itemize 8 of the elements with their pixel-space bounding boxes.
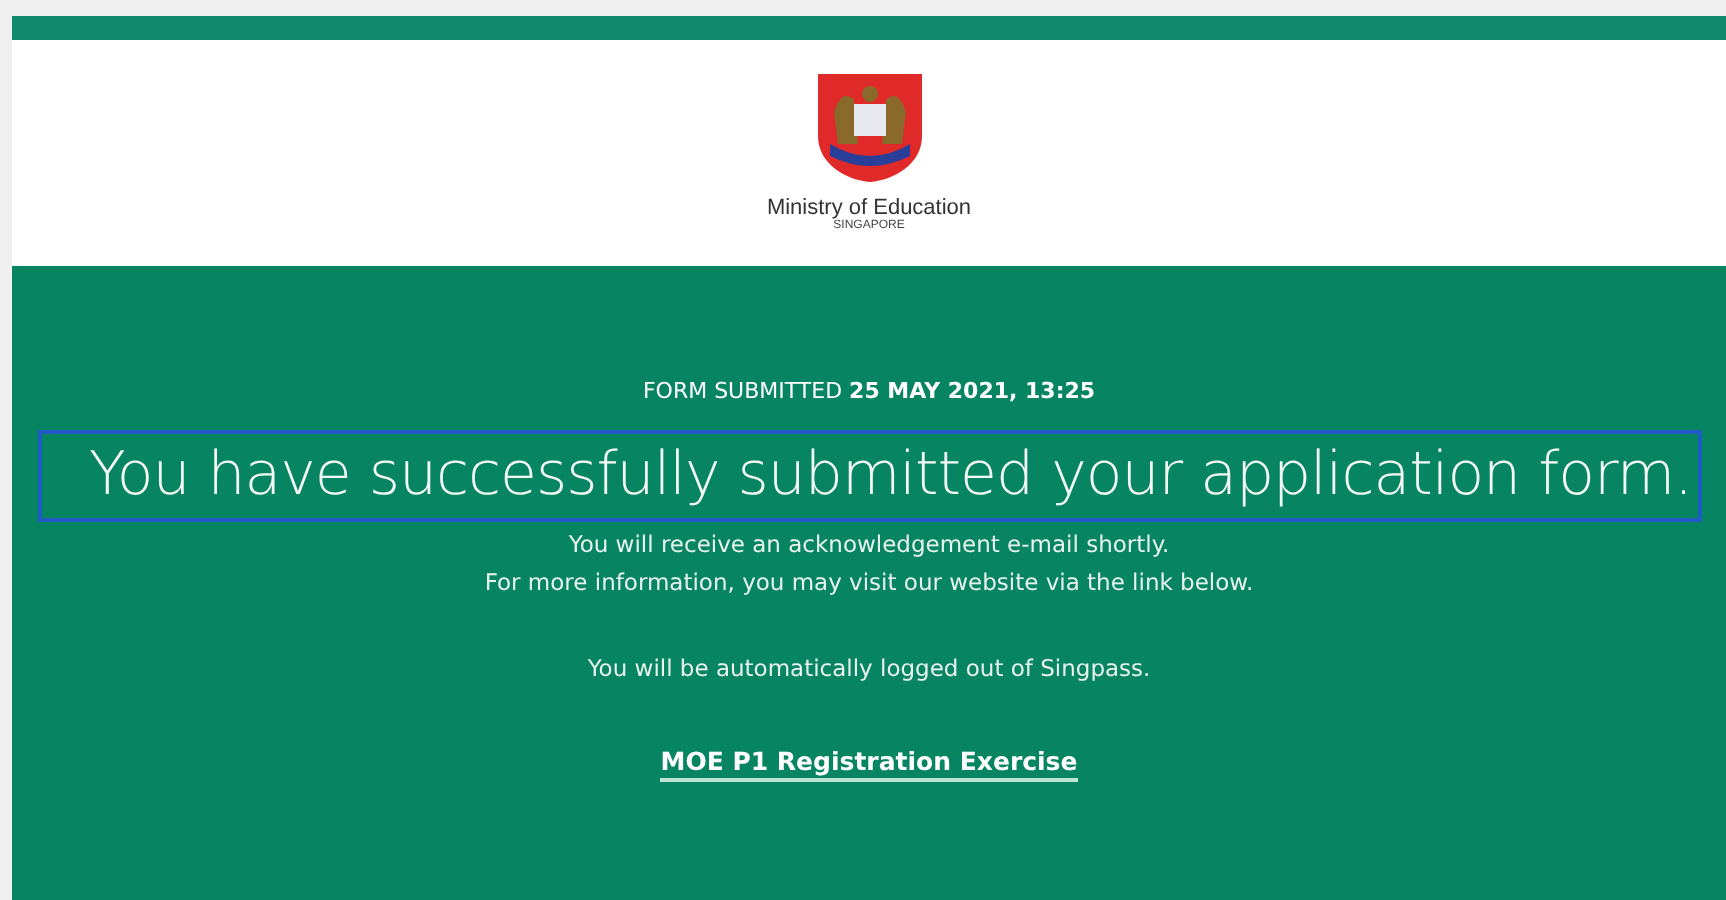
registration-link[interactable]: MOE P1 Registration Exercise: [660, 745, 1078, 781]
info-message: For more information, you may visit our website via the link below.: [484, 565, 1254, 599]
success-headline: You have successfully submitted your application form.: [41, 433, 1697, 517]
logout-note: You will be automatically logged out of Singpass.: [587, 651, 1151, 685]
organization-name: Ministry of Education: [766, 196, 972, 220]
info-message: You will receive an acknowledgement e-mail shortly.: [566, 527, 1172, 561]
crest-logo-icon: [813, 72, 925, 184]
submission-timestamp: FORM SUBMITTED 25 MAY 2021, 13:25: [642, 376, 1096, 408]
